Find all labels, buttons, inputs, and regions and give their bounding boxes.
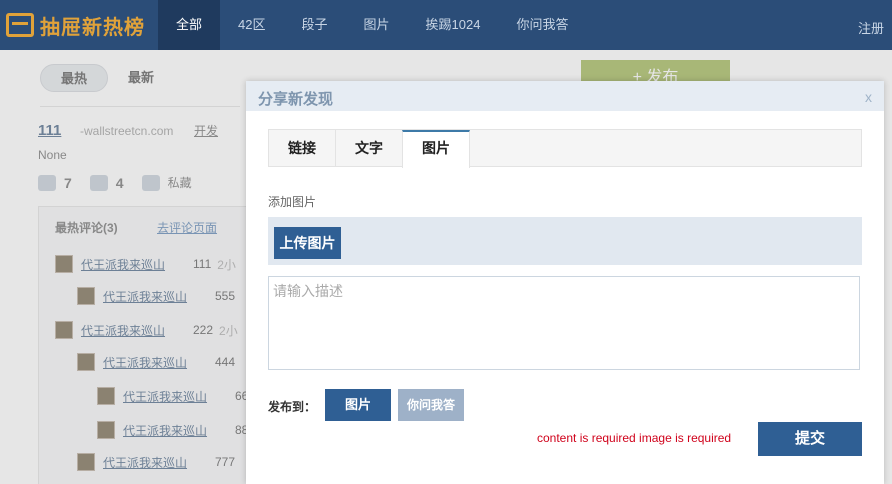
logo[interactable]: 抽屉新热榜 <box>6 12 145 39</box>
publish-to-label: 发布到： <box>268 400 317 414</box>
validation-errors: content is required image is required <box>537 431 732 445</box>
main-nav: 全部 42区 段子 图片 挨踢1024 你问我答 <box>158 0 586 50</box>
top-nav-bar: 抽屉新热榜 全部 42区 段子 图片 挨踢1024 你问我答 注册 <box>0 0 892 50</box>
share-type-tabs: 链接 文字 图片 <box>268 129 862 168</box>
dialog-title: 分享新发现 <box>258 91 334 108</box>
close-icon[interactable]: x <box>865 89 872 105</box>
add-image-label: 添加图片 <box>268 195 317 209</box>
logo-text: 抽屉新热榜 <box>40 16 145 39</box>
upload-image-button[interactable]: 上传图片 <box>274 227 341 259</box>
nav-item-all[interactable]: 全部 <box>158 0 221 50</box>
tab-image[interactable]: 图片 <box>402 130 470 168</box>
upload-area: 上传图片 <box>268 217 862 265</box>
channel-qa-button[interactable]: 你问我答 <box>398 389 464 421</box>
nav-item-pictures[interactable]: 图片 <box>346 0 408 50</box>
tab-text[interactable]: 文字 <box>335 130 402 167</box>
nav-item-42[interactable]: 42区 <box>220 0 283 50</box>
submit-button[interactable]: 提交 <box>758 422 862 456</box>
share-dialog: 分享新发现 x 链接 文字 图片 添加图片 上传图片 发布到： 图片 你问我答 … <box>246 81 884 484</box>
description-textarea[interactable] <box>268 276 860 370</box>
tab-link[interactable]: 链接 <box>268 130 335 167</box>
dialog-header: 分享新发现 x <box>246 81 884 111</box>
nav-item-qa[interactable]: 你问我答 <box>498 0 586 50</box>
channel-image-button[interactable]: 图片 <box>325 389 391 421</box>
nav-item-it1024[interactable]: 挨踢1024 <box>408 0 499 50</box>
nav-item-jokes[interactable]: 段子 <box>283 0 345 50</box>
drawer-logo-icon <box>6 13 34 37</box>
register-link[interactable]: 注册 <box>858 18 884 37</box>
